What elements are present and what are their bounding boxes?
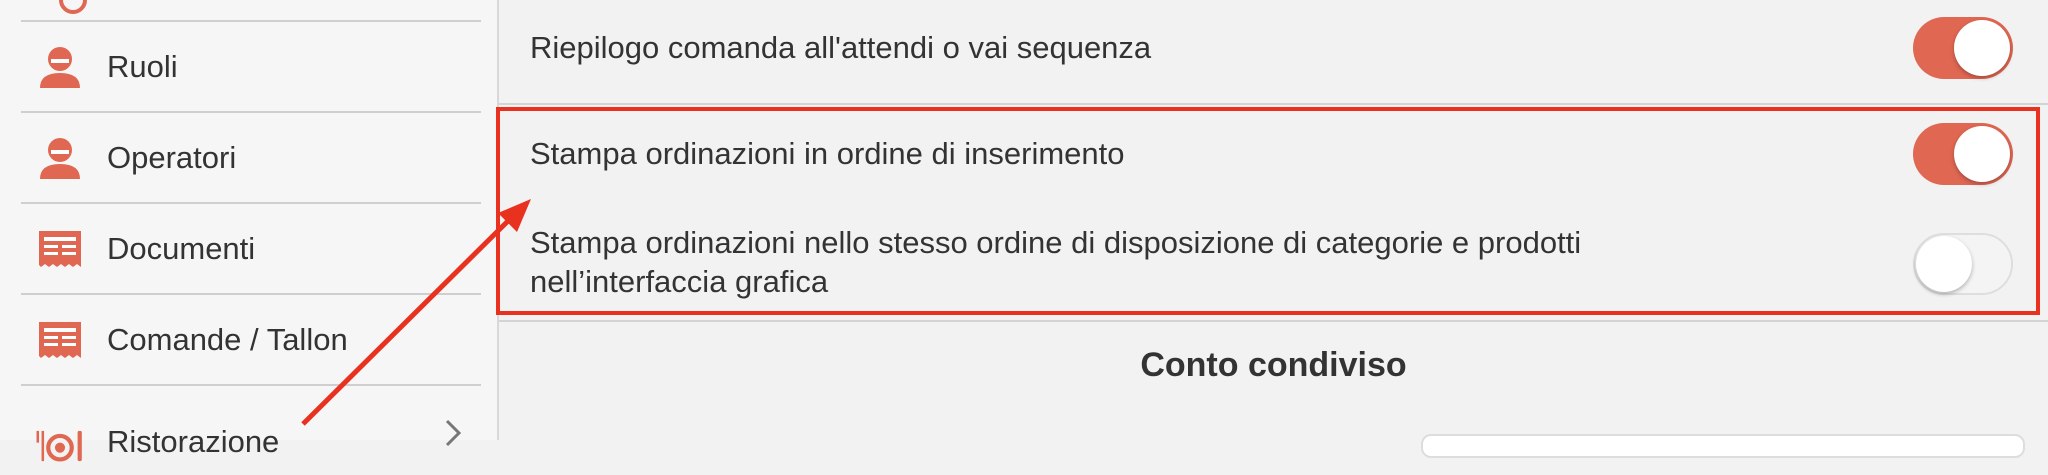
- annotation-arrow-icon: [301, 199, 531, 426]
